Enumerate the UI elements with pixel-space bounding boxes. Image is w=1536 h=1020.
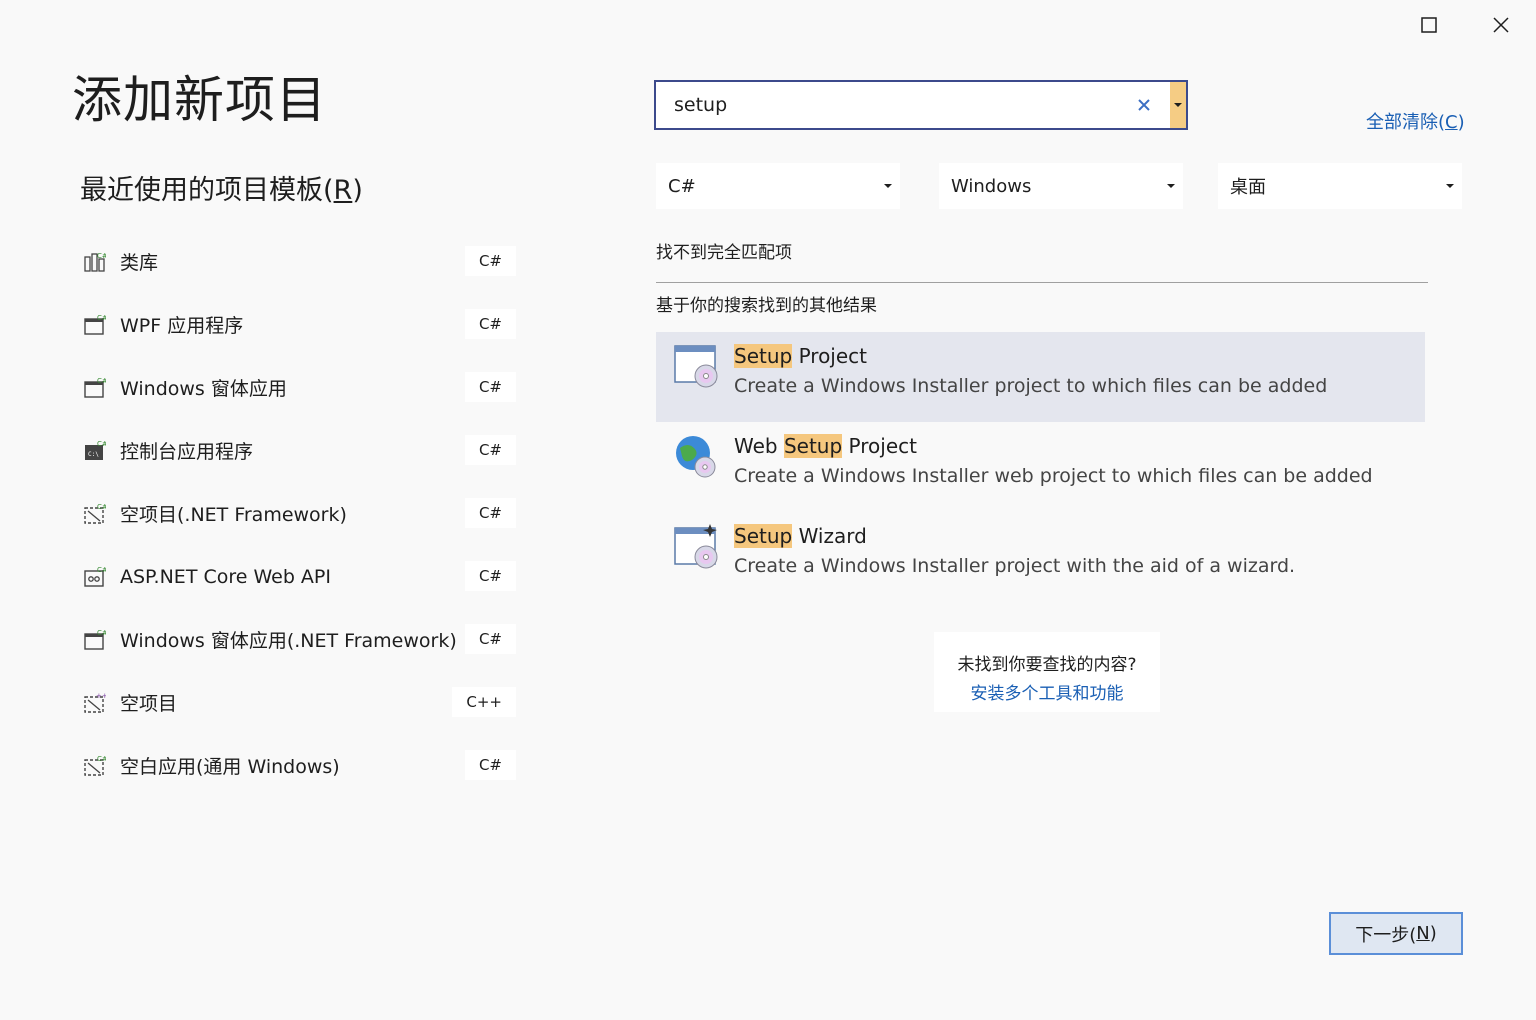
svg-text:C:\: C:\ — [88, 451, 99, 458]
search-input[interactable] — [672, 89, 1146, 121]
no-exact-match-label: 找不到完全匹配项 — [656, 243, 792, 263]
recent-item-windows-forms-netfx[interactable]: C# Windows 窗体应用(.NET Framework) C# — [80, 608, 520, 671]
setup-project-icon — [674, 344, 720, 390]
class-library-icon: C# — [84, 251, 108, 273]
empty-project-icon: C# — [84, 503, 108, 525]
clear-all-link[interactable]: 全部清除(C) — [1366, 108, 1465, 134]
language-tag: C++ — [452, 687, 516, 717]
console-app-icon: C:\ C# — [84, 440, 108, 462]
recent-item-label: WPF 应用程序 — [120, 315, 244, 337]
result-title: Web Setup Project — [734, 434, 917, 458]
recent-item-web-api[interactable]: C# ASP.NET Core Web API C# — [80, 545, 520, 608]
windows-forms-icon: C# — [84, 377, 108, 399]
search-history-dropdown[interactable] — [1170, 82, 1186, 128]
result-description: Create a Windows Installer web project t… — [734, 465, 1373, 487]
svg-text:C#: C# — [97, 252, 106, 260]
svg-text:++: ++ — [96, 692, 106, 700]
clear-icon — [1138, 99, 1150, 111]
install-tools-link[interactable]: 安装多个工具和功能 — [934, 679, 1160, 704]
language-tag: C# — [464, 246, 516, 276]
chevron-down-icon — [884, 184, 892, 188]
result-title: Setup Wizard — [734, 524, 867, 548]
svg-text:C#: C# — [97, 440, 106, 448]
language-tag: C# — [464, 309, 516, 339]
next-button[interactable]: 下一步(N) — [1329, 912, 1463, 955]
divider — [656, 282, 1428, 283]
blank-app-icon: C# — [84, 755, 108, 777]
recent-item-label: 类库 — [120, 252, 159, 274]
recent-item-label: 控制台应用程序 — [120, 441, 254, 463]
project-type-filter-value: 桌面 — [1230, 177, 1266, 198]
chevron-down-icon — [1446, 184, 1454, 188]
clear-search-button[interactable] — [1132, 92, 1156, 118]
recent-item-empty-project-cpp[interactable]: ++ 空项目 C++ — [80, 671, 520, 734]
recent-templates-list: C# 类库 C# C# WPF 应用程序 C# C# Windows 窗体应用 … — [80, 230, 520, 797]
missing-content-question: 未找到你要查找的内容? — [957, 655, 1137, 675]
language-tag: C# — [464, 435, 516, 465]
svg-text:C#: C# — [97, 314, 106, 322]
language-tag: C# — [464, 498, 516, 528]
recent-item-blank-uwp-app[interactable]: C# 空白应用(通用 Windows) C# — [80, 734, 520, 797]
wpf-app-icon: C# — [84, 314, 108, 336]
missing-content-box: 未找到你要查找的内容? 安装多个工具和功能 — [934, 632, 1160, 712]
empty-project-icon: ++ — [84, 692, 108, 714]
result-description: Create a Windows Installer project with … — [734, 555, 1296, 577]
language-tag: C# — [464, 372, 516, 402]
recent-item-label: 空白应用(通用 Windows) — [120, 756, 340, 778]
recent-item-label: ASP.NET Core Web API — [120, 565, 331, 588]
close-button[interactable] — [1481, 5, 1521, 45]
windows-forms-icon: C# — [84, 629, 108, 651]
recent-item-windows-forms[interactable]: C# Windows 窗体应用 C# — [80, 356, 520, 419]
language-filter-value: C# — [668, 175, 696, 197]
other-results-label: 基于你的搜索找到的其他结果 — [656, 296, 877, 316]
result-setup-project[interactable]: Setup Project Create a Windows Installer… — [656, 332, 1425, 422]
language-tag: C# — [464, 750, 516, 780]
chevron-down-icon — [1167, 184, 1175, 188]
recent-item-empty-project-netfx[interactable]: C# 空项目(.NET Framework) C# — [80, 482, 520, 545]
language-tag: C# — [464, 561, 516, 591]
recent-item-wpf[interactable]: C# WPF 应用程序 C# — [80, 293, 520, 356]
result-web-setup-project[interactable]: Web Setup Project Create a Windows Insta… — [656, 422, 1425, 512]
chevron-down-icon — [1174, 102, 1182, 107]
platform-filter[interactable]: Windows — [939, 163, 1183, 209]
svg-text:C#: C# — [97, 503, 106, 511]
result-setup-wizard[interactable]: Setup Wizard Create a Windows Installer … — [656, 512, 1425, 602]
web-setup-project-icon — [674, 434, 720, 480]
svg-text:C#: C# — [97, 755, 106, 763]
maximize-button[interactable] — [1409, 5, 1449, 45]
project-type-filter[interactable]: 桌面 — [1218, 163, 1462, 209]
recent-item-label: Windows 窗体应用(.NET Framework) — [120, 630, 457, 652]
page-title: 添加新项目 — [72, 71, 327, 129]
result-title: Setup Project — [734, 344, 868, 368]
recent-item-label: 空项目(.NET Framework) — [120, 504, 347, 526]
svg-text:C#: C# — [97, 566, 106, 574]
maximize-icon — [1421, 17, 1437, 33]
web-api-icon: C# — [84, 566, 108, 588]
setup-wizard-icon — [674, 524, 720, 570]
language-filter[interactable]: C# — [656, 163, 900, 209]
result-description: Create a Windows Installer project to wh… — [734, 375, 1328, 397]
template-search-box — [654, 80, 1188, 130]
recent-item-label: 空项目 — [120, 693, 178, 715]
recent-item-console-app[interactable]: C:\ C# 控制台应用程序 C# — [80, 419, 520, 482]
svg-text:C#: C# — [97, 377, 106, 385]
recent-templates-heading: 最近使用的项目模板(R) — [80, 175, 363, 206]
language-tag: C# — [464, 624, 516, 654]
recent-item-class-library[interactable]: C# 类库 C# — [80, 230, 520, 293]
recent-item-label: Windows 窗体应用 — [120, 378, 287, 400]
platform-filter-value: Windows — [951, 175, 1032, 197]
close-icon — [1493, 17, 1509, 33]
svg-text:C#: C# — [97, 629, 106, 637]
